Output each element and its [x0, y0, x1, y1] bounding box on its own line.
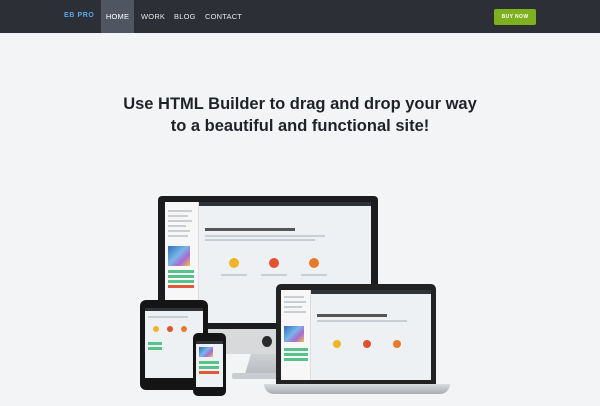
- laptop-base: [264, 384, 450, 394]
- phone-screen: [196, 341, 223, 387]
- nav-item-home[interactable]: HOME: [101, 0, 134, 33]
- nav-item-contact[interactable]: CONTACT: [205, 0, 242, 33]
- hero-line-2: to a beautiful and functional site!: [170, 117, 430, 135]
- buy-now-button[interactable]: BUY NOW: [494, 9, 536, 25]
- hero-heading: Use HTML Builder to drag and drop your w…: [0, 93, 600, 137]
- top-nav: EB PRO HOME WORK BLOG CONTACT BUY NOW: [0, 0, 600, 33]
- phone-device: [193, 333, 226, 396]
- apple-logo-icon: [262, 336, 272, 347]
- hero-line-1: Use HTML Builder to drag and drop your w…: [123, 95, 477, 113]
- nav-item-blog[interactable]: BLOG: [174, 0, 196, 33]
- laptop-display: [276, 284, 436, 384]
- laptop-screen: [281, 290, 431, 380]
- brand-logo[interactable]: EB PRO: [64, 12, 94, 19]
- nav-item-work[interactable]: WORK: [141, 0, 165, 33]
